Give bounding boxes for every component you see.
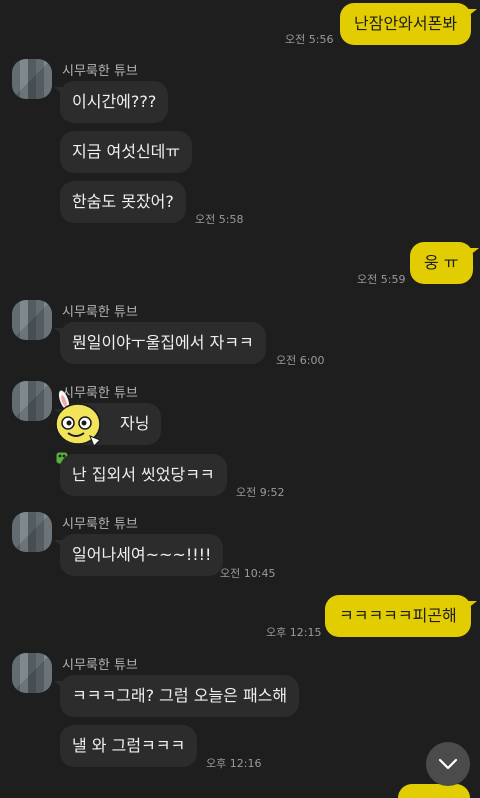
my-message-partial	[398, 784, 470, 798]
their-message[interactable]: 일어나세여~~~!!!!	[53, 534, 224, 576]
chevron-down-icon	[438, 758, 458, 770]
my-message[interactable]: ㅋㅋㅋㅋㅋ피곤해	[325, 595, 477, 637]
their-message[interactable]: 한숨도 못잤어?	[60, 181, 186, 223]
avatar[interactable]	[12, 653, 52, 693]
my-message[interactable]: 웅 ㅠ	[410, 242, 479, 284]
sender-name: 시무룩한 튜브	[62, 64, 138, 79]
message-time: 오후 12:16	[206, 757, 262, 770]
avatar[interactable]	[12, 512, 52, 552]
message-time: 오전 9:52	[236, 486, 285, 499]
avatar[interactable]	[12, 381, 52, 421]
message-time: 오후 12:15	[266, 626, 322, 639]
their-message[interactable]: 낼 와 그럼ㅋㅋㅋ	[60, 725, 198, 767]
message-time: 오전 5:56	[285, 33, 334, 46]
avatar[interactable]	[12, 300, 52, 340]
their-message[interactable]: 난 집외서 씻었당ㅋㅋ	[60, 454, 227, 496]
sender-name: 시무룩한 튜브	[62, 305, 138, 320]
their-message[interactable]: 뭔일이야ㅜ울집에서 자ㅋㅋ	[54, 322, 266, 364]
scroll-down-button[interactable]	[426, 742, 470, 786]
their-message[interactable]: 이시간에???	[53, 81, 169, 123]
their-message[interactable]: 지금 여섯신데ㅠ	[60, 131, 193, 173]
message-time: 오전 5:59	[357, 273, 406, 286]
message-time: 오전 5:58	[195, 213, 244, 226]
avatar[interactable]	[12, 59, 52, 99]
my-message[interactable]: 난잠안와서폰봐	[340, 3, 478, 45]
message-time: 오전 6:00	[276, 354, 325, 367]
their-message[interactable]: ㅋㅋㅋ그래? 그럼 오늘은 패스해	[53, 675, 300, 717]
sender-name: 시무룩한 튜브	[62, 517, 138, 532]
sender-name: 시무룩한 튜브	[62, 658, 138, 673]
message-time: 오전 10:45	[220, 567, 276, 580]
